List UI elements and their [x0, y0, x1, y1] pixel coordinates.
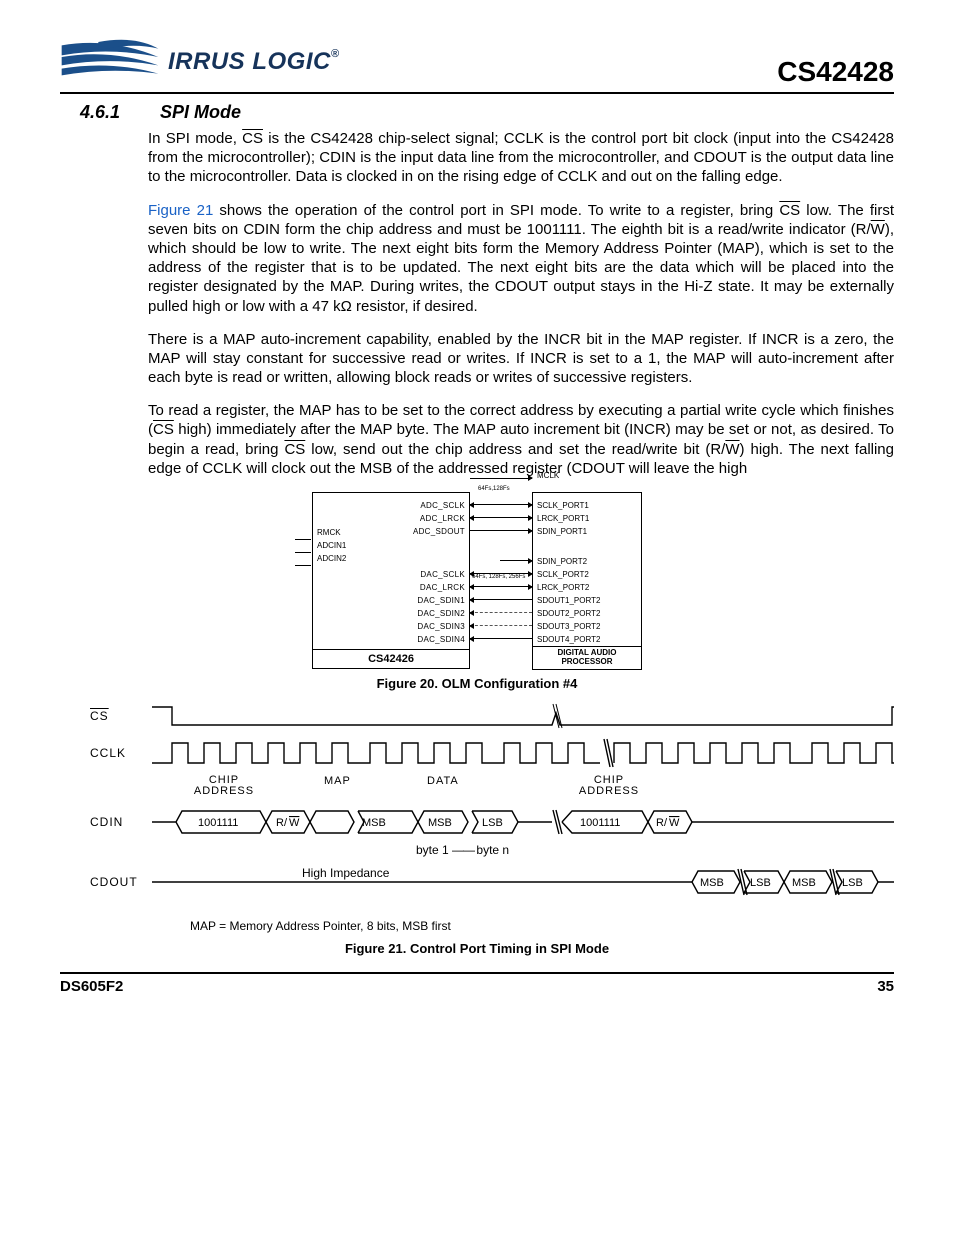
svg-text:LSB: LSB: [482, 817, 503, 829]
cdout-label: CDOUT: [90, 875, 152, 889]
brand-text: IRRUS LOGIC®: [168, 48, 339, 76]
cclk-label: CCLK: [90, 746, 152, 760]
para-2: Figure 21 shows the operation of the con…: [148, 201, 894, 316]
section-number: 4.6.1: [80, 102, 120, 123]
svg-text:W: W: [669, 817, 680, 829]
section-heading: 4.6.1 SPI Mode: [80, 102, 894, 123]
page-header: IRRUS LOGIC® CS42428: [60, 36, 894, 88]
svg-text:MSB: MSB: [700, 877, 724, 889]
svg-text:High Impedance: High Impedance: [302, 867, 390, 880]
page-number: 35: [877, 978, 894, 995]
figure-21-link[interactable]: Figure 21: [148, 202, 213, 219]
svg-text:R/: R/: [656, 817, 668, 829]
chip-address2-label: CHIP ADDRESS: [564, 775, 654, 797]
part-number: CS42428: [777, 56, 894, 88]
dap-block: DIGITAL AUDIO PROCESSOR: [533, 646, 641, 669]
data-label: DATA: [427, 775, 459, 787]
svg-text:1001111: 1001111: [580, 817, 620, 829]
cs-waveform: [152, 701, 894, 731]
para-1: In SPI mode, CS is the CS42428 chip-sele…: [148, 129, 894, 187]
doc-id: DS605F2: [60, 978, 123, 995]
map-note: MAP = Memory Address Pointer, 8 bits, MS…: [190, 919, 894, 933]
svg-text:MSB: MSB: [362, 817, 386, 829]
byte1-label: byte 1: [416, 843, 449, 857]
para-3: There is a MAP auto-increment capability…: [148, 330, 894, 388]
svg-text:1001111: 1001111: [198, 817, 238, 829]
svg-text:LSB: LSB: [842, 877, 863, 889]
figure-20: RMCK ADCIN1 ADCIN2 ADC_SCLK ADC_LRCK ADC…: [312, 492, 642, 670]
para-4: To read a register, the MAP has to be se…: [148, 401, 894, 478]
svg-text:MSB: MSB: [428, 817, 452, 829]
figure-21-caption: Figure 21. Control Port Timing in SPI Mo…: [60, 941, 894, 956]
chip-address-label: CHIP ADDRESS: [184, 775, 264, 797]
svg-text:W: W: [289, 817, 300, 829]
cclk-waveform: [152, 737, 894, 769]
cs-label: CS: [90, 709, 109, 723]
cdout-waveform: High Impedance MSB LSB MSB LSB: [152, 867, 894, 897]
byten-label: byte n: [476, 843, 509, 857]
svg-text:MSB: MSB: [792, 877, 816, 889]
cdin-waveform: 1001111 R/W MSB MSB LSB 1001111 R/W: [152, 807, 894, 837]
header-rule: [60, 92, 894, 94]
svg-text:LSB: LSB: [750, 877, 771, 889]
map-label: MAP: [324, 775, 351, 787]
figure-20-caption: Figure 20. OLM Configuration #4: [60, 676, 894, 691]
footer-rule: [60, 972, 894, 974]
cs42426-block: CS42426: [313, 649, 469, 668]
figure-21: CS CCLK CHIP ADDRESS MAP DATA CHIP ADDRE…: [90, 701, 894, 897]
svg-text:R/: R/: [276, 817, 288, 829]
cirrus-swoosh-icon: [60, 36, 160, 88]
cdin-label: CDIN: [90, 815, 152, 829]
brand-logo: IRRUS LOGIC®: [60, 36, 339, 88]
section-title: SPI Mode: [160, 102, 241, 123]
page-footer: DS605F2 35: [60, 978, 894, 995]
